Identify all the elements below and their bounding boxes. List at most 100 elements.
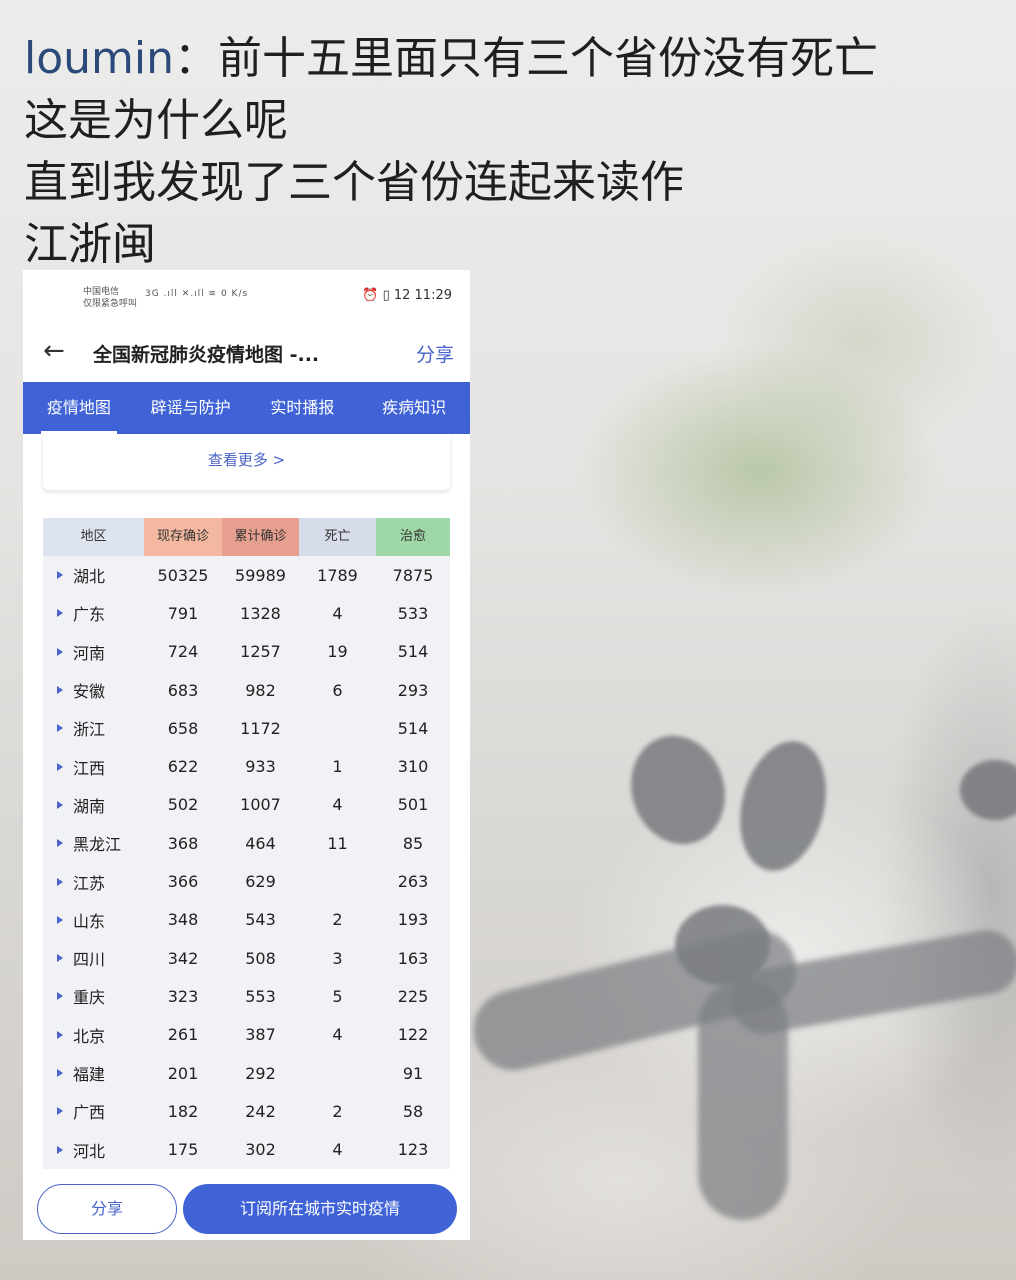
tab-bar: 疫情地图 辟谣与防护 实时播报 疾病知识	[23, 382, 470, 434]
expand-triangle-icon[interactable]	[57, 724, 63, 733]
recovered-cell: 263	[397, 872, 429, 892]
tab-live-updates[interactable]: 实时播报	[247, 382, 359, 434]
expand-triangle-icon[interactable]	[57, 877, 63, 886]
province-table: 地区 现存确诊 累计确诊 死亡 治愈 湖北 50325 59989 1789 7875 广…	[43, 518, 450, 1169]
current-confirmed-cell: 791	[167, 603, 199, 623]
expand-triangle-icon[interactable]	[57, 992, 63, 1001]
table-row[interactable]: 福建 201 292 91	[43, 1054, 450, 1092]
table-body: 湖北 50325 59989 1789 7875 广东 791 1328 4 533 河南 724 12…	[43, 556, 450, 1169]
region-name: 福建	[73, 1065, 106, 1084]
deaths-cell: 19	[327, 642, 348, 662]
recovered-cell: 501	[397, 795, 429, 815]
subscribe-city-button[interactable]: 订阅所在城市实时疫情	[183, 1184, 457, 1234]
expand-triangle-icon[interactable]	[57, 647, 63, 656]
username[interactable]: loumin	[24, 33, 174, 84]
region-name: 安徽	[73, 682, 106, 702]
region-cell: 湖南	[43, 793, 144, 817]
region-cell: 安徽	[43, 678, 144, 702]
table-row[interactable]: 重庆 323 553 5 225	[43, 977, 450, 1015]
table-row[interactable]: 黑龙江 368 464 11 85	[43, 824, 450, 862]
view-more-link[interactable]: 查看更多 >	[43, 434, 450, 490]
current-confirmed-cell: 175	[167, 1140, 199, 1160]
current-confirmed-cell: 724	[167, 642, 199, 662]
region-name: 重庆	[73, 988, 106, 1008]
tab-disease-knowledge[interactable]: 疾病知识	[358, 382, 470, 434]
status-bar: 中国电信 仅限紧急呼叫 3G .ıll ✕.ıll ≋ 0 K/s ⏰ ▯ 12…	[23, 270, 470, 326]
tab-rumors-protection[interactable]: 辟谣与防护	[135, 382, 247, 434]
current-confirmed-cell: 502	[167, 795, 199, 815]
table-row[interactable]: 安徽 683 982 6 293	[43, 671, 450, 709]
deaths-cell: 3	[332, 948, 343, 968]
table-row[interactable]: 浙江 658 1172 514	[43, 709, 450, 747]
expand-triangle-icon[interactable]	[57, 571, 63, 580]
caption-line-4: 江浙闽	[24, 219, 156, 270]
total-confirmed-cell: 933	[245, 757, 276, 777]
total-confirmed-cell: 1172	[240, 718, 281, 738]
recovered-cell: 193	[397, 910, 429, 930]
region-cell: 广西	[43, 1099, 144, 1123]
table-row[interactable]: 四川 342 508 3 163	[43, 939, 450, 977]
title-bar: ← 全国新冠肺炎疫情地图 -... 分享	[23, 326, 470, 382]
header-current-confirmed: 现存确诊	[144, 518, 222, 556]
total-confirmed-cell: 982	[245, 680, 276, 700]
background-shape	[698, 980, 788, 1220]
share-button[interactable]: 分享	[37, 1184, 177, 1234]
expand-triangle-icon[interactable]	[57, 839, 63, 848]
table-row[interactable]: 广东 791 1328 4 533	[43, 594, 450, 632]
table-row[interactable]: 江苏 366 629 263	[43, 862, 450, 900]
share-link[interactable]: 分享	[416, 340, 454, 367]
total-confirmed-cell: 387	[245, 1025, 276, 1045]
current-confirmed-cell: 182	[167, 1101, 199, 1121]
table-row[interactable]: 湖南 502 1007 4 501	[43, 786, 450, 824]
region-cell: 湖北	[43, 563, 144, 587]
table-row[interactable]: 北京 261 387 4 122	[43, 1016, 450, 1054]
current-confirmed-cell: 366	[167, 872, 199, 892]
expand-triangle-icon[interactable]	[57, 762, 63, 771]
header-region: 地区	[43, 518, 144, 556]
current-confirmed-cell: 348	[167, 910, 199, 930]
region-name: 四川	[73, 950, 106, 970]
header-deaths: 死亡	[299, 518, 376, 556]
expand-triangle-icon[interactable]	[57, 954, 63, 963]
table-row[interactable]: 河南 724 1257 19 514	[43, 633, 450, 671]
expand-triangle-icon[interactable]	[57, 1069, 63, 1077]
table-row[interactable]: 广西 182 242 2 58	[43, 1092, 450, 1130]
expand-triangle-icon[interactable]	[57, 1030, 63, 1039]
expand-triangle-icon[interactable]	[57, 609, 63, 618]
deaths-cell: 1789	[317, 565, 358, 585]
total-confirmed-cell: 302	[245, 1140, 276, 1160]
region-name: 浙江	[73, 720, 106, 740]
recovered-cell: 225	[397, 986, 429, 1006]
expand-triangle-icon[interactable]	[57, 915, 63, 924]
carrier-info: 中国电信 仅限紧急呼叫	[83, 286, 137, 310]
tab-epidemic-map[interactable]: 疫情地图	[23, 382, 135, 434]
region-cell: 河北	[43, 1138, 144, 1162]
expand-triangle-icon[interactable]	[57, 686, 63, 695]
total-confirmed-cell: 629	[245, 872, 276, 892]
current-confirmed-cell: 622	[167, 757, 199, 777]
region-cell: 黑龙江	[43, 831, 144, 855]
recovered-cell: 514	[397, 642, 429, 662]
carrier-note: 仅限紧急呼叫	[83, 299, 138, 309]
deaths-cell: 11	[327, 833, 348, 853]
total-confirmed-cell: 553	[245, 986, 276, 1006]
table-row[interactable]: 河北 175 302 4 123	[43, 1130, 450, 1168]
table-row[interactable]: 湖北 50325 59989 1789 7875	[43, 556, 450, 594]
region-name: 江苏	[73, 873, 106, 893]
deaths-cell: 4	[332, 795, 343, 815]
back-arrow-icon[interactable]: ←	[43, 336, 65, 366]
expand-triangle-icon[interactable]	[57, 800, 63, 809]
expand-triangle-icon[interactable]	[57, 1145, 63, 1154]
caption-line-2: 这是为什么呢	[24, 95, 288, 146]
expand-triangle-icon[interactable]	[57, 1107, 63, 1116]
table-row[interactable]: 江西 622 933 1 310	[43, 747, 450, 785]
deaths-cell: 5	[332, 986, 343, 1006]
current-confirmed-cell: 683	[167, 680, 199, 700]
table-row[interactable]: 山东 348 543 2 193	[43, 901, 450, 939]
total-confirmed-cell: 59989	[235, 565, 286, 585]
deaths-cell: 4	[332, 1025, 343, 1045]
region-name: 湖北	[73, 567, 106, 587]
region-cell: 江西	[43, 755, 144, 779]
region-cell: 北京	[43, 1023, 144, 1047]
bottom-bar: 分享 订阅所在城市实时疫情	[23, 1174, 470, 1240]
